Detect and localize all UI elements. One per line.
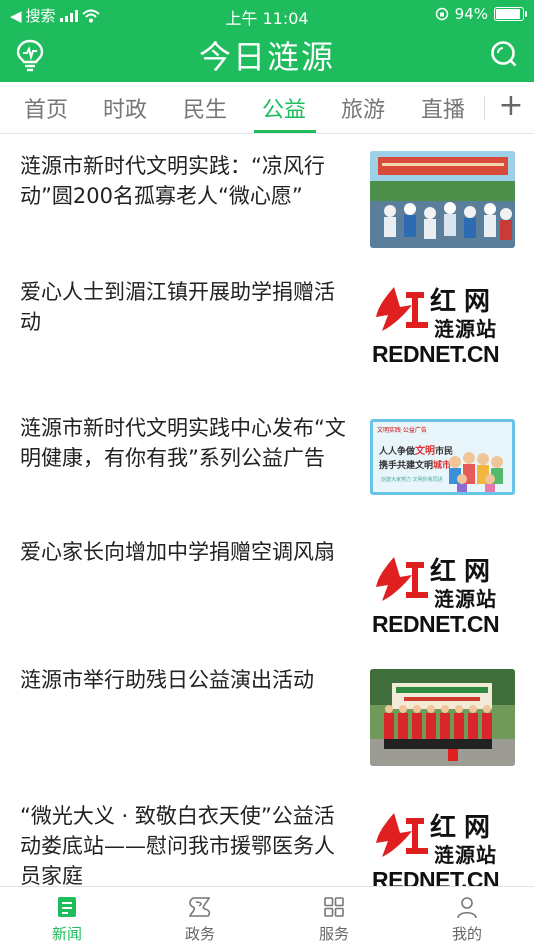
news-thumbnail[interactable]: 文明实践 公益广告 人人争做文明市民 携手共建文明城市 创建大家努力 文明你我同… xyxy=(370,419,515,495)
tab-live[interactable]: 直播 xyxy=(421,92,465,124)
news-title[interactable]: 爱心家长向增加中学捐赠空调风扇 xyxy=(20,537,354,567)
add-tab-icon[interactable]: + xyxy=(496,88,526,124)
rednet-logo-icon xyxy=(376,287,428,331)
news-thumbnail[interactable]: 红网 涟源站 REDNET.CN xyxy=(370,279,515,376)
rednet-domain: REDNET.CN xyxy=(372,611,500,637)
battery-icon xyxy=(494,7,527,21)
nav-profile[interactable]: 我的 xyxy=(427,895,507,944)
tab-livelihood[interactable]: 民生 xyxy=(183,92,227,124)
category-tabs: 首页 时政 民生 公益 旅游 直播 + xyxy=(0,82,534,134)
list-item[interactable]: 涟源市新时代文明实践：“凉风行动”圆200名孤寡老人“微心愿” xyxy=(0,135,534,265)
news-list: 涟源市新时代文明实践：“凉风行动”圆200名孤寡老人“微心愿” 爱心人士到湄江镇… xyxy=(0,135,534,887)
nav-news[interactable]: 新闻 xyxy=(27,895,107,944)
poster-line-b: 文明 xyxy=(415,446,436,457)
rednet-domain: REDNET.CN xyxy=(372,341,500,367)
news-icon xyxy=(58,897,76,917)
news-thumbnail[interactable] xyxy=(370,669,515,766)
poster-line-a: 人人争做 xyxy=(379,447,416,457)
nav-services[interactable]: 服务 xyxy=(294,895,374,944)
active-tab-indicator xyxy=(254,130,316,133)
rednet-logo-icon xyxy=(376,813,428,857)
poster-line-a: 携手共建文明 xyxy=(379,461,434,471)
bottom-nav: 新闻 政务 服务 我的 xyxy=(0,886,534,950)
government-icon xyxy=(188,897,211,917)
tab-travel[interactable]: 旅游 xyxy=(341,92,385,124)
rednet-domain: REDNET.CN xyxy=(372,867,500,887)
battery-percent: 94% xyxy=(454,5,488,23)
nav-label: 新闻 xyxy=(51,925,82,943)
poster-header: 文明实践 公益广告 xyxy=(377,427,427,434)
nav-label: 政务 xyxy=(184,925,215,943)
grid-icon xyxy=(324,897,344,917)
poster-line: 人人争做文明市民 xyxy=(379,442,453,457)
app-screen: ◀ 搜索 上午 11:04 94% 今日涟源 首页 时政 民生 公益 旅游 直播… xyxy=(0,0,534,950)
tab-politics[interactable]: 时政 xyxy=(103,92,147,124)
list-item[interactable]: 涟源市新时代文明实践中心发布“文明健康，有你有我”系列公益广告 文明实践 公益广… xyxy=(0,395,534,527)
rednet-subtitle: 涟源站 xyxy=(434,587,497,611)
list-item[interactable]: “微光大义 · 致敬白衣天使”公益活动娄底站——慰问我市援鄂医务人员家庭 红网 … xyxy=(0,787,534,887)
nav-label: 我的 xyxy=(451,925,482,943)
tab-fade xyxy=(470,82,494,132)
people-illustration-icon xyxy=(449,452,503,492)
app-title: 今日涟源 xyxy=(198,38,335,76)
news-title[interactable]: 涟源市新时代文明实践中心发布“文明健康，有你有我”系列公益广告 xyxy=(20,413,354,473)
list-item[interactable]: 涟源市举行助残日公益演出活动 xyxy=(0,657,534,787)
rednet-logo-icon xyxy=(376,557,428,601)
nav-government[interactable]: 政务 xyxy=(160,895,240,944)
news-title[interactable]: “微光大义 · 致敬白衣天使”公益活动娄底站——慰问我市援鄂医务人员家庭 xyxy=(20,801,354,887)
app-header: 今日涟源 xyxy=(0,28,534,82)
rotation-lock-icon xyxy=(435,7,448,21)
status-bar: ◀ 搜索 上午 11:04 94% xyxy=(0,0,534,28)
news-thumbnail[interactable] xyxy=(370,151,515,248)
tab-divider xyxy=(484,96,485,120)
news-thumbnail[interactable]: 红网 涟源站 REDNET.CN xyxy=(370,805,515,887)
nav-label: 服务 xyxy=(318,925,349,943)
news-title[interactable]: 爱心人士到湄江镇开展助学捐赠活动 xyxy=(20,277,354,337)
tab-home[interactable]: 首页 xyxy=(24,92,68,124)
news-thumbnail[interactable]: 红网 涟源站 REDNET.CN xyxy=(370,549,515,646)
list-item[interactable]: 爱心家长向增加中学捐赠空调风扇 红网 涟源站 REDNET.CN xyxy=(0,527,534,657)
list-item[interactable]: 爱心人士到湄江镇开展助学捐赠活动 红网 涟源站 REDNET.CN xyxy=(0,265,534,395)
rednet-subtitle: 涟源站 xyxy=(434,843,497,867)
person-icon xyxy=(457,897,477,919)
status-right: 94% xyxy=(435,5,527,23)
poster-line: 携手共建文明城市 xyxy=(379,458,451,471)
news-title[interactable]: 涟源市新时代文明实践：“凉风行动”圆200名孤寡老人“微心愿” xyxy=(20,151,354,211)
poster-footer: 创建大家努力 文明你我同进 xyxy=(381,477,443,483)
top-bar: ◀ 搜索 上午 11:04 94% 今日涟源 xyxy=(0,0,534,82)
tab-charity[interactable]: 公益 xyxy=(262,92,306,124)
search-icon[interactable] xyxy=(490,40,518,68)
news-title[interactable]: 涟源市举行助残日公益演出活动 xyxy=(20,665,354,695)
rednet-subtitle: 涟源站 xyxy=(434,317,497,341)
